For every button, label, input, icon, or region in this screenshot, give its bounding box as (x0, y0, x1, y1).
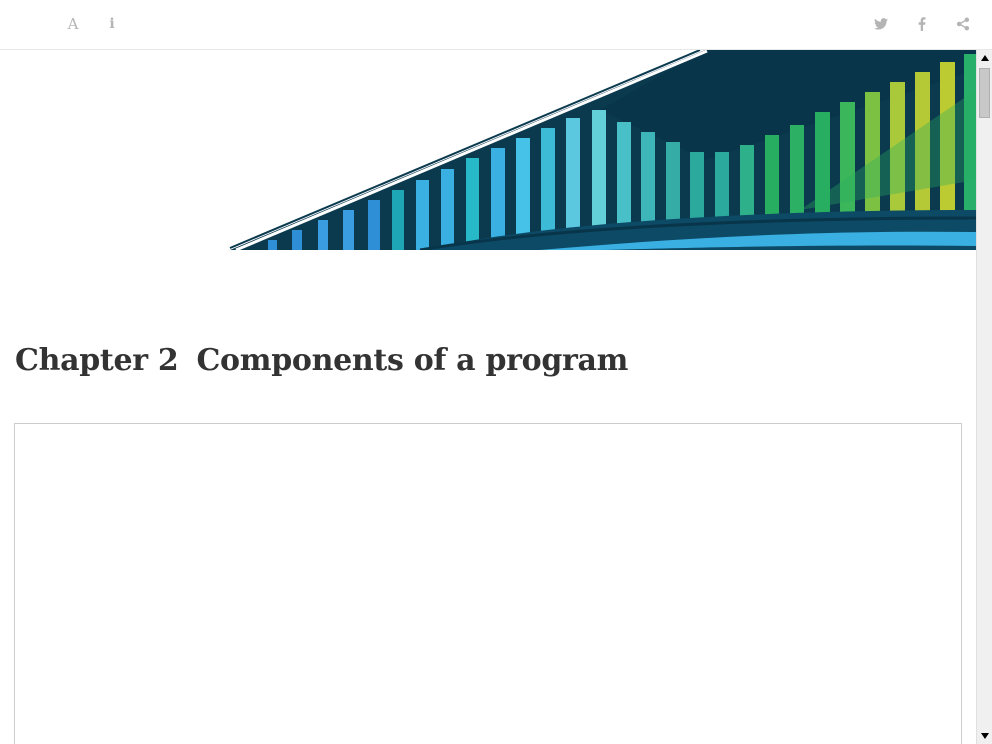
chapter-number: Chapter 2 (15, 343, 179, 378)
top-toolbar: A i (0, 0, 992, 50)
arrow-up-icon (981, 55, 989, 61)
share-icon (956, 17, 970, 31)
chapter-title: Chapter 2 Components of a program (15, 343, 628, 378)
scrollbar-thumb[interactable] (979, 68, 990, 118)
arrow-down-icon (981, 733, 989, 739)
font-settings-icon: A (67, 15, 79, 33)
scroll-up-button[interactable] (978, 50, 992, 66)
font-settings-button[interactable]: A (63, 14, 83, 34)
facebook-share-button[interactable] (912, 14, 932, 34)
reader-window: A i Chapter 2 Components of a program (0, 0, 992, 744)
twitter-share-button[interactable] (871, 14, 891, 34)
content-area: Chapter 2 Components of a program (0, 50, 976, 744)
vertical-scrollbar[interactable] (976, 50, 992, 744)
chapter-name: Components of a program (196, 343, 629, 378)
info-icon: i (109, 16, 115, 32)
twitter-icon (874, 18, 888, 30)
embedded-content-frame[interactable] (14, 423, 962, 744)
share-button[interactable] (953, 14, 973, 34)
info-button[interactable]: i (102, 14, 122, 34)
scroll-down-button[interactable] (978, 728, 992, 744)
bridge-banner-image (229, 50, 976, 250)
facebook-icon (918, 17, 926, 31)
